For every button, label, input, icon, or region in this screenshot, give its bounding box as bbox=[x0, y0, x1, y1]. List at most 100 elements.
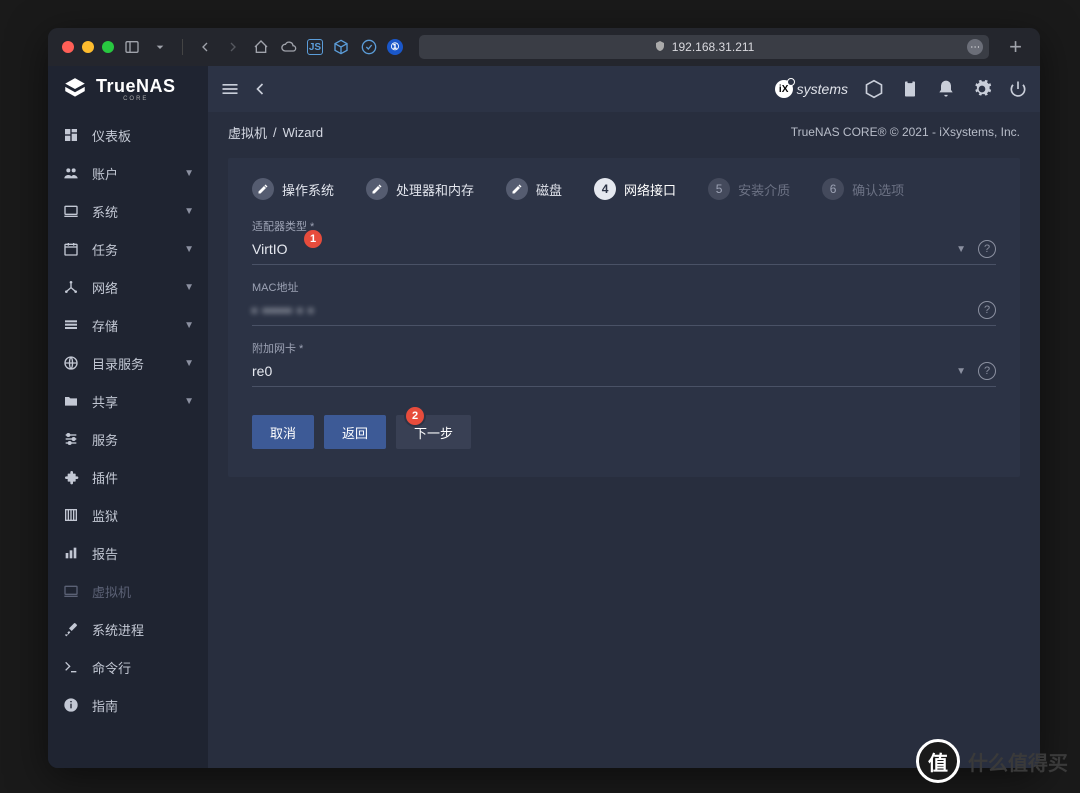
step-number: 4 bbox=[594, 178, 616, 200]
wizard-step[interactable]: 处理器和内存 bbox=[366, 178, 474, 200]
chevron-down-icon: ▼ bbox=[184, 358, 194, 369]
sidebar-item-dashboard[interactable]: 仪表板 bbox=[48, 116, 208, 154]
ixsystems-logo[interactable]: iXsystems bbox=[775, 80, 848, 98]
nav-forward-icon[interactable] bbox=[223, 39, 243, 55]
dashboard-icon bbox=[62, 127, 80, 143]
cube-header-icon[interactable] bbox=[864, 79, 884, 99]
nic-field: 附加网卡 * re0 ▼ ? bbox=[252, 340, 996, 387]
adapter-type-field: 适配器类型 * VirtIO ▼ ? 1 bbox=[252, 218, 996, 265]
sidebar-item-network[interactable]: 网络▼ bbox=[48, 268, 208, 306]
wizard-card: 操作系统处理器和内存磁盘4网络接口5安装介质6确认选项 适配器类型 * Virt… bbox=[228, 158, 1020, 477]
pencil-icon bbox=[366, 178, 388, 200]
wizard-step[interactable]: 磁盘 bbox=[506, 178, 562, 200]
sidebar-item-people[interactable]: 账户▼ bbox=[48, 154, 208, 192]
watermark-icon: 值 bbox=[916, 739, 960, 783]
list-icon bbox=[62, 317, 80, 333]
pencil-icon bbox=[252, 178, 274, 200]
sidebar-toggle-icon[interactable] bbox=[122, 39, 142, 55]
power-icon[interactable] bbox=[1008, 79, 1028, 99]
back-icon[interactable] bbox=[250, 79, 270, 99]
laptop-icon bbox=[62, 583, 80, 599]
sidebar-item-label: 任务 bbox=[92, 240, 118, 259]
sidebar-item-label: 服务 bbox=[92, 430, 118, 449]
bars-icon bbox=[62, 545, 80, 561]
breadcrumb-root[interactable]: 虚拟机 bbox=[228, 123, 267, 142]
chevron-down-icon[interactable]: ▼ bbox=[950, 366, 972, 377]
step-label: 处理器和内存 bbox=[396, 180, 474, 199]
step-number: 6 bbox=[822, 178, 844, 200]
sidebar-item-label: 监狱 bbox=[92, 506, 118, 525]
nav-back-icon[interactable] bbox=[195, 39, 215, 55]
nic-select[interactable]: re0 bbox=[252, 363, 950, 379]
sidebar-item-label: 目录服务 bbox=[92, 354, 144, 373]
step-label: 磁盘 bbox=[536, 180, 562, 199]
cloud-icon[interactable] bbox=[279, 39, 299, 55]
mac-address-input[interactable]: ▪ ▪▪▪▪▪ ▪ ▪ bbox=[252, 302, 972, 318]
sidebar-item-list[interactable]: 存储▼ bbox=[48, 306, 208, 344]
reader-badge-icon[interactable]: ⋯ bbox=[967, 39, 983, 55]
gear-icon[interactable] bbox=[972, 79, 992, 99]
shield-icon bbox=[654, 40, 666, 55]
network-icon bbox=[62, 279, 80, 295]
help-icon[interactable]: ? bbox=[978, 301, 996, 319]
terminal-icon bbox=[62, 659, 80, 675]
copyright-text: TrueNAS CORE® © 2021 - iXsystems, Inc. bbox=[791, 125, 1020, 139]
nic-label: 附加网卡 * bbox=[252, 340, 996, 356]
sidebar-item-label: 存储 bbox=[92, 316, 118, 335]
maximize-window-button[interactable] bbox=[102, 41, 114, 53]
pencil-icon bbox=[506, 178, 528, 200]
brand-logo: TrueNAS CORE bbox=[48, 66, 208, 112]
wizard-step[interactable]: 操作系统 bbox=[252, 178, 334, 200]
sidebar-item-bars[interactable]: 报告 bbox=[48, 534, 208, 572]
js-badge-icon[interactable]: JS bbox=[307, 39, 323, 55]
wizard-step[interactable]: 4网络接口 bbox=[594, 178, 676, 200]
cube-icon[interactable] bbox=[331, 39, 351, 55]
sidebar-item-globe[interactable]: 目录服务 ▼ bbox=[48, 344, 208, 382]
home-icon[interactable] bbox=[251, 39, 271, 55]
sidebar-item-laptop[interactable]: 虚拟机 bbox=[48, 572, 208, 610]
chevron-down-icon[interactable] bbox=[150, 39, 170, 55]
sidebar-item-puzzle[interactable]: 插件 bbox=[48, 458, 208, 496]
browser-toolbar: JS ① 192.168.31.211 ⋯ + bbox=[48, 28, 1040, 66]
sidebar-item-terminal[interactable]: 命令行 bbox=[48, 648, 208, 686]
tune-icon bbox=[62, 431, 80, 447]
back-button[interactable]: 返回 bbox=[324, 415, 386, 449]
help-icon[interactable]: ? bbox=[978, 240, 996, 258]
folder-icon bbox=[62, 393, 80, 409]
menu-icon[interactable] bbox=[220, 79, 240, 99]
annotation-badge-1: 1 bbox=[304, 230, 322, 248]
globe-icon bbox=[62, 355, 80, 371]
adapter-type-label: 适配器类型 * bbox=[252, 218, 996, 234]
app-root: TrueNAS CORE iXsystems bbox=[48, 66, 1040, 768]
new-tab-button[interactable]: + bbox=[1005, 34, 1026, 60]
watermark-text: 什么值得买 bbox=[968, 747, 1068, 776]
calendar-icon bbox=[62, 241, 80, 257]
address-bar[interactable]: 192.168.31.211 ⋯ bbox=[419, 35, 989, 59]
sidebar-item-jail[interactable]: 监狱 bbox=[48, 496, 208, 534]
info-icon bbox=[62, 697, 80, 713]
sidebar-item-label: 报告 bbox=[92, 544, 118, 563]
sidebar-item-laptop[interactable]: 系统▼ bbox=[48, 192, 208, 230]
sidebar-item-label: 系统进程 bbox=[92, 620, 144, 639]
chevron-down-icon: ▼ bbox=[184, 206, 194, 217]
annotation-badge-2: 2 bbox=[406, 407, 424, 425]
sidebar-item-calendar[interactable]: 任务▼ bbox=[48, 230, 208, 268]
step-label: 确认选项 bbox=[852, 180, 904, 199]
sidebar-item-folder[interactable]: 共享▼ bbox=[48, 382, 208, 420]
clipboard-icon[interactable] bbox=[900, 79, 920, 99]
cancel-button[interactable]: 取消 bbox=[252, 415, 314, 449]
minimize-window-button[interactable] bbox=[82, 41, 94, 53]
sidebar-item-tune[interactable]: 服务 bbox=[48, 420, 208, 458]
check-circle-icon[interactable] bbox=[359, 39, 379, 55]
close-window-button[interactable] bbox=[62, 41, 74, 53]
truenas-logo-icon bbox=[62, 76, 88, 102]
help-icon[interactable]: ? bbox=[978, 362, 996, 380]
sidebar-item-label: 虚拟机 bbox=[92, 582, 131, 601]
sidebar-item-info[interactable]: 指南 bbox=[48, 686, 208, 724]
password-manager-icon[interactable]: ① bbox=[387, 39, 403, 55]
bell-icon[interactable] bbox=[936, 79, 956, 99]
adapter-type-select[interactable]: VirtIO bbox=[252, 241, 950, 257]
jail-icon bbox=[62, 507, 80, 523]
chevron-down-icon[interactable]: ▼ bbox=[950, 244, 972, 255]
sidebar-item-wrench[interactable]: 系统进程 bbox=[48, 610, 208, 648]
